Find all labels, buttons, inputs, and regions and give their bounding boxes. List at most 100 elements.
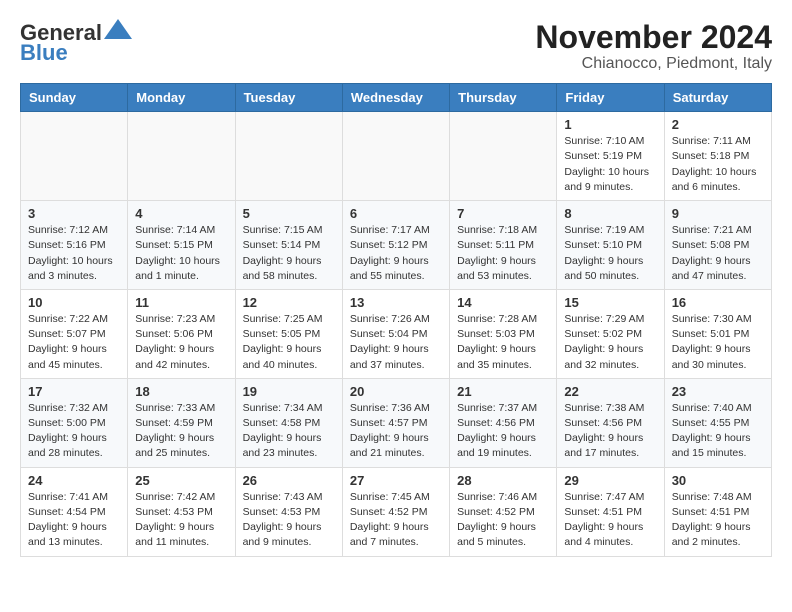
day-number: 9: [672, 206, 764, 221]
day-info: Sunrise: 7:26 AM Sunset: 5:04 PM Dayligh…: [350, 312, 442, 373]
day-info: Sunrise: 7:28 AM Sunset: 5:03 PM Dayligh…: [457, 312, 549, 373]
calendar-week-row: 24Sunrise: 7:41 AM Sunset: 4:54 PM Dayli…: [21, 467, 772, 556]
day-info: Sunrise: 7:25 AM Sunset: 5:05 PM Dayligh…: [243, 312, 335, 373]
calendar-cell: 1Sunrise: 7:10 AM Sunset: 5:19 PM Daylig…: [557, 112, 664, 201]
calendar-week-row: 1Sunrise: 7:10 AM Sunset: 5:19 PM Daylig…: [21, 112, 772, 201]
calendar-cell: 16 Sunrise: 7:30 AM Sunset: 5:01 PM Dayli…: [664, 289, 771, 378]
day-number: 2: [672, 117, 764, 132]
day-number: 8: [564, 206, 656, 221]
day-number: 15: [564, 295, 656, 310]
day-number: 12: [243, 295, 335, 310]
day-info: Sunrise: 7:29 AM Sunset: 5:02 PM Dayligh…: [564, 312, 656, 373]
day-info: Sunrise: 7:32 AM Sunset: 5:00 PM Dayligh…: [28, 401, 120, 462]
calendar-cell: [450, 112, 557, 201]
calendar-cell: 15 Sunrise: 7:29 AM Sunset: 5:02 PM Dayli…: [557, 289, 664, 378]
calendar-cell: 18Sunrise: 7:33 AM Sunset: 4:59 PM Dayli…: [128, 378, 235, 467]
day-number: 25: [135, 473, 227, 488]
calendar-cell: 7 Sunrise: 7:18 AM Sunset: 5:11 PM Daylig…: [450, 201, 557, 290]
day-number: 23: [672, 384, 764, 399]
calendar-week-row: 3 Sunrise: 7:12 AM Sunset: 5:16 PM Daylig…: [21, 201, 772, 290]
calendar-cell: 10 Sunrise: 7:22 AM Sunset: 5:07 PM Dayli…: [21, 289, 128, 378]
calendar-cell: 13 Sunrise: 7:26 AM Sunset: 5:04 PM Dayli…: [342, 289, 449, 378]
day-number: 19: [243, 384, 335, 399]
day-number: 1: [564, 117, 656, 132]
weekday-header: Monday: [128, 84, 235, 112]
weekday-header: Friday: [557, 84, 664, 112]
calendar-cell: 24Sunrise: 7:41 AM Sunset: 4:54 PM Dayli…: [21, 467, 128, 556]
calendar-cell: 22 Sunrise: 7:38 AM Sunset: 4:56 PM Dayli…: [557, 378, 664, 467]
calendar-cell: 6 Sunrise: 7:17 AM Sunset: 5:12 PM Daylig…: [342, 201, 449, 290]
calendar-cell: 9 Sunrise: 7:21 AM Sunset: 5:08 PM Daylig…: [664, 201, 771, 290]
calendar-cell: [235, 112, 342, 201]
day-number: 7: [457, 206, 549, 221]
day-number: 26: [243, 473, 335, 488]
day-info: Sunrise: 7:15 AM Sunset: 5:14 PM Dayligh…: [243, 223, 335, 284]
day-number: 3: [28, 206, 120, 221]
day-info: Sunrise: 7:47 AM Sunset: 4:51 PM Dayligh…: [564, 490, 656, 551]
day-number: 21: [457, 384, 549, 399]
day-number: 30: [672, 473, 764, 488]
calendar-cell: 26 Sunrise: 7:43 AM Sunset: 4:53 PM Dayli…: [235, 467, 342, 556]
day-number: 17: [28, 384, 120, 399]
day-info: Sunrise: 7:48 AM Sunset: 4:51 PM Dayligh…: [672, 490, 764, 551]
calendar-cell: 17 Sunrise: 7:32 AM Sunset: 5:00 PM Dayli…: [21, 378, 128, 467]
calendar-cell: 11 Sunrise: 7:23 AM Sunset: 5:06 PM Dayli…: [128, 289, 235, 378]
day-number: 16: [672, 295, 764, 310]
calendar-cell: 20Sunrise: 7:36 AM Sunset: 4:57 PM Dayli…: [342, 378, 449, 467]
day-info: Sunrise: 7:23 AM Sunset: 5:06 PM Dayligh…: [135, 312, 227, 373]
day-number: 18: [135, 384, 227, 399]
weekday-header: Saturday: [664, 84, 771, 112]
page-title: November 2024: [535, 20, 772, 55]
calendar-cell: [128, 112, 235, 201]
calendar-cell: 23 Sunrise: 7:40 AM Sunset: 4:55 PM Dayli…: [664, 378, 771, 467]
weekday-header: Wednesday: [342, 84, 449, 112]
day-info: Sunrise: 7:12 AM Sunset: 5:16 PM Dayligh…: [28, 223, 120, 284]
day-info: Sunrise: 7:14 AM Sunset: 5:15 PM Dayligh…: [135, 223, 227, 284]
day-info: Sunrise: 7:42 AM Sunset: 4:53 PM Dayligh…: [135, 490, 227, 551]
day-info: Sunrise: 7:21 AM Sunset: 5:08 PM Dayligh…: [672, 223, 764, 284]
calendar-cell: 12 Sunrise: 7:25 AM Sunset: 5:05 PM Dayli…: [235, 289, 342, 378]
calendar-cell: 4 Sunrise: 7:14 AM Sunset: 5:15 PM Daylig…: [128, 201, 235, 290]
calendar-cell: 25 Sunrise: 7:42 AM Sunset: 4:53 PM Dayli…: [128, 467, 235, 556]
day-info: Sunrise: 7:45 AM Sunset: 4:52 PM Dayligh…: [350, 490, 442, 551]
logo: General Blue: [20, 20, 132, 66]
calendar-cell: 29 Sunrise: 7:47 AM Sunset: 4:51 PM Dayli…: [557, 467, 664, 556]
weekday-header: Sunday: [21, 84, 128, 112]
day-number: 5: [243, 206, 335, 221]
day-info: Sunrise: 7:19 AM Sunset: 5:10 PM Dayligh…: [564, 223, 656, 284]
title-block: November 2024 Chianocco, Piedmont, Italy: [535, 20, 772, 73]
day-info: Sunrise: 7:46 AM Sunset: 4:52 PM Dayligh…: [457, 490, 549, 551]
day-info: Sunrise: 7:30 AM Sunset: 5:01 PM Dayligh…: [672, 312, 764, 373]
day-number: 4: [135, 206, 227, 221]
calendar-cell: 3 Sunrise: 7:12 AM Sunset: 5:16 PM Daylig…: [21, 201, 128, 290]
calendar-week-row: 17 Sunrise: 7:32 AM Sunset: 5:00 PM Dayli…: [21, 378, 772, 467]
day-number: 27: [350, 473, 442, 488]
calendar-cell: 5 Sunrise: 7:15 AM Sunset: 5:14 PM Daylig…: [235, 201, 342, 290]
calendar-cell: 30 Sunrise: 7:48 AM Sunset: 4:51 PM Dayli…: [664, 467, 771, 556]
day-number: 22: [564, 384, 656, 399]
weekday-header-row: SundayMondayTuesdayWednesdayThursdayFrid…: [21, 84, 772, 112]
calendar-cell: [342, 112, 449, 201]
day-info: Sunrise: 7:43 AM Sunset: 4:53 PM Dayligh…: [243, 490, 335, 551]
logo-icon: [104, 19, 132, 39]
day-number: 11: [135, 295, 227, 310]
calendar-cell: 8 Sunrise: 7:19 AM Sunset: 5:10 PM Daylig…: [557, 201, 664, 290]
day-number: 13: [350, 295, 442, 310]
day-number: 28: [457, 473, 549, 488]
page-header: General Blue November 2024 Chianocco, Pi…: [20, 20, 772, 73]
day-number: 10: [28, 295, 120, 310]
weekday-header: Tuesday: [235, 84, 342, 112]
day-number: 20: [350, 384, 442, 399]
day-info: Sunrise: 7:22 AM Sunset: 5:07 PM Dayligh…: [28, 312, 120, 373]
calendar-cell: 21Sunrise: 7:37 AM Sunset: 4:56 PM Dayli…: [450, 378, 557, 467]
day-number: 6: [350, 206, 442, 221]
day-info: Sunrise: 7:17 AM Sunset: 5:12 PM Dayligh…: [350, 223, 442, 284]
day-info: Sunrise: 7:40 AM Sunset: 4:55 PM Dayligh…: [672, 401, 764, 462]
calendar-cell: 14Sunrise: 7:28 AM Sunset: 5:03 PM Dayli…: [450, 289, 557, 378]
weekday-header: Thursday: [450, 84, 557, 112]
day-info: Sunrise: 7:34 AM Sunset: 4:58 PM Dayligh…: [243, 401, 335, 462]
day-number: 29: [564, 473, 656, 488]
day-info: Sunrise: 7:18 AM Sunset: 5:11 PM Dayligh…: [457, 223, 549, 284]
calendar-cell: 27 Sunrise: 7:45 AM Sunset: 4:52 PM Dayli…: [342, 467, 449, 556]
day-info: Sunrise: 7:38 AM Sunset: 4:56 PM Dayligh…: [564, 401, 656, 462]
